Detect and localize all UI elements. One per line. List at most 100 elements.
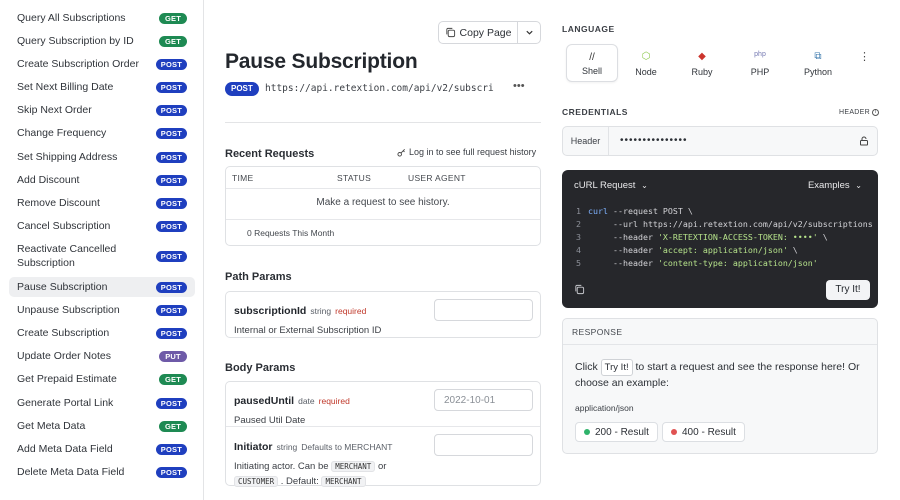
response-panel: RESPONSE Click Try It! to start a reques… xyxy=(562,318,878,454)
sidebar-item[interactable]: Set Shipping Address POST xyxy=(9,147,195,167)
copy-icon[interactable] xyxy=(574,284,585,295)
sidebar-item[interactable]: Get Meta Data GET xyxy=(9,416,195,436)
sidebar-item[interactable]: Add Meta Data Field POST xyxy=(9,439,195,459)
sidebar-item-label: Change Frequency xyxy=(17,127,107,139)
lock-icon xyxy=(860,136,868,146)
sidebar-item[interactable]: Set Next Billing Date POST xyxy=(9,77,195,97)
sidebar-item[interactable]: Create Subscription POST xyxy=(9,323,195,343)
language-icon: php xyxy=(754,51,766,58)
header-toggle[interactable]: HEADER i xyxy=(839,109,879,116)
method-badge: POST xyxy=(155,397,187,409)
page-title: Pause Subscription xyxy=(225,50,418,73)
sidebar-item[interactable]: Delete Meta Data Field POST xyxy=(9,462,195,482)
key-icon xyxy=(397,148,405,157)
response-title: RESPONSE xyxy=(563,319,877,345)
subscription-id-input[interactable] xyxy=(434,299,533,321)
chevron-down-icon xyxy=(525,30,533,35)
right-panel: LANGUAGE //Shell ⬡ Node ◆ Ruby php PHP ⧉ Python … xyxy=(550,0,900,500)
column-status: STATUS xyxy=(337,173,372,183)
example-200-button[interactable]: 200 - Result xyxy=(575,422,658,442)
method-badge: POST xyxy=(155,197,187,209)
sidebar-item[interactable]: Cancel Subscription POST xyxy=(9,216,195,236)
sidebar-item[interactable]: Get Prepaid Estimate GET xyxy=(9,369,195,389)
sidebar-item[interactable]: Query Subscription by ID GET xyxy=(9,31,195,51)
language-label: Python xyxy=(803,67,833,77)
method-badge: POST xyxy=(155,174,187,186)
sidebar-item-label: Reactivate Cancelled Subscription xyxy=(17,243,117,269)
credentials-title: CREDENTIALS xyxy=(562,107,628,117)
main-content: Copy Page Pause Subscription POST https:… xyxy=(204,0,550,500)
more-languages-icon[interactable]: ⋮ xyxy=(859,52,870,63)
copy-icon xyxy=(445,27,455,38)
more-icon[interactable]: ••• xyxy=(513,80,525,92)
language-option[interactable]: ⬡ Node xyxy=(620,44,672,82)
recent-requests-table: TIME STATUS USER AGENT Make a request to… xyxy=(225,166,541,246)
sidebar-item-label: Create Subscription Order xyxy=(17,58,139,70)
code-line: 4 --header 'accept: application/json' \ xyxy=(576,245,798,255)
sidebar-item[interactable]: Reactivate Cancelled Subscription POST xyxy=(9,240,195,272)
language-label: Ruby xyxy=(691,67,713,77)
status-dot xyxy=(671,429,677,435)
login-history-link[interactable]: Log in to see full request history xyxy=(397,147,536,157)
sidebar-item-label: Generate Portal Link xyxy=(17,397,114,409)
language-icon: ⬡ xyxy=(641,51,651,62)
copy-page-dropdown[interactable] xyxy=(517,21,541,44)
response-instructions: Click Try It! to start a request and see… xyxy=(575,359,860,389)
param-type: string xyxy=(276,442,298,452)
sidebar-item-label: Get Prepaid Estimate xyxy=(17,373,117,385)
param-required: required xyxy=(318,396,350,406)
method-badge: GET xyxy=(159,373,187,385)
sidebar-item[interactable]: Create Subscription Order POST xyxy=(9,54,195,74)
language-icon: ◆ xyxy=(698,51,706,62)
endpoint-url[interactable]: https://api.retextion.com/api/v2/subscri xyxy=(265,82,505,96)
table-header: TIME STATUS USER AGENT xyxy=(226,167,540,189)
language-label: Node xyxy=(635,67,657,77)
sidebar-item[interactable]: Generate Portal Link POST xyxy=(9,393,195,413)
sidebar-item-label: Add Discount xyxy=(17,174,80,186)
code-line: 1 curl --request POST \ xyxy=(576,206,693,216)
language-option[interactable]: // Shell xyxy=(566,44,618,82)
sidebar-item-label: Query Subscription by ID xyxy=(17,35,134,47)
sidebar-item-label: Cancel Subscription xyxy=(17,220,111,232)
sidebar-item[interactable]: Change Frequency POST xyxy=(9,123,195,143)
body-params-title: Body Params xyxy=(225,362,296,374)
requests-count: 0 Requests This Month xyxy=(226,219,540,245)
try-it-button[interactable]: Try It! xyxy=(826,280,870,300)
copy-page-button[interactable]: Copy Page xyxy=(438,21,518,44)
method-badge: POST xyxy=(155,151,187,163)
param-type: date xyxy=(298,396,315,406)
chevron-down-icon: ⌄ xyxy=(641,181,648,190)
column-time: TIME xyxy=(232,173,254,183)
language-icon: ⧉ xyxy=(814,51,822,62)
param-name: Initiator xyxy=(234,441,273,453)
credentials-field[interactable]: Header ••••••••••••••• xyxy=(562,126,878,156)
info-icon: i xyxy=(871,109,879,116)
method-badge: POST xyxy=(155,281,187,293)
language-option[interactable]: ◆ Ruby xyxy=(676,44,728,82)
sidebar-item[interactable]: Query All Subscriptions GET xyxy=(9,8,195,28)
sidebar-item[interactable]: Update Order Notes PUT xyxy=(9,346,195,366)
method-badge: GET xyxy=(159,35,187,47)
initiator-input[interactable] xyxy=(434,434,533,456)
sidebar-item-label: Set Shipping Address xyxy=(17,151,118,163)
examples-dropdown[interactable]: Examples ⌄ xyxy=(808,180,862,191)
param-name: pausedUntil xyxy=(234,395,295,407)
sidebar-item[interactable]: Unpause Subscription POST xyxy=(9,300,195,320)
sidebar-item[interactable]: Remove Discount POST xyxy=(9,193,195,213)
language-title: LANGUAGE xyxy=(562,24,615,34)
language-option[interactable]: php PHP xyxy=(734,44,786,82)
api-key-value: ••••••••••••••• xyxy=(620,135,688,146)
sidebar-item[interactable]: Add Discount POST xyxy=(9,170,195,190)
sidebar-item-label: Unpause Subscription xyxy=(17,304,120,316)
example-400-button[interactable]: 400 - Result xyxy=(662,422,745,442)
path-param-row: subscriptionId string required Internal or… xyxy=(225,291,541,338)
sidebar-item[interactable]: Pause Subscription POST xyxy=(9,277,195,297)
code-language-select[interactable]: cURL Request ⌄ xyxy=(574,180,648,191)
method-badge: POST xyxy=(155,304,187,316)
sidebar-item[interactable]: Skip Next Order POST xyxy=(9,100,195,120)
method-badge: POST xyxy=(155,58,187,70)
empty-history-text: Make a request to see history. xyxy=(316,197,450,208)
language-option[interactable]: ⧉ Python xyxy=(792,44,844,82)
credential-label: Header xyxy=(563,127,609,155)
paused-until-input[interactable]: 2022-10-01 xyxy=(434,389,533,411)
